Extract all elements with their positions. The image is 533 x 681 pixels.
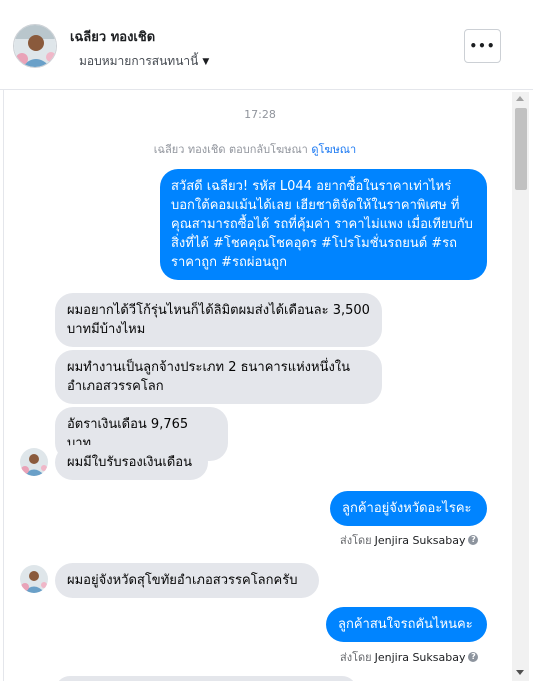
avatar-image <box>20 565 48 593</box>
more-options-button[interactable]: ••• <box>464 29 501 63</box>
ad-reply-note: เฉลียว ทองเชิด ตอบกลับโฆษณา ดูโฆษณา <box>0 140 510 158</box>
message-bubble-incoming[interactable]: ผมมีใบรับรองเงินเดือน <box>55 445 208 480</box>
info-icon[interactable]: ? <box>468 652 479 662</box>
panel-divider <box>0 90 4 681</box>
message-timestamp: 17:28 <box>244 108 276 121</box>
sent-by-prefix: ส่งโดย <box>340 534 372 547</box>
sent-by-name: Jenjira Suksabay <box>374 650 466 664</box>
avatar-image <box>20 448 48 476</box>
assign-label: มอบหมายการสนทนานี้ <box>79 54 199 68</box>
message-bubble-incoming[interactable]: ผมอยู่จังหวัดสุโขทัยอำเภอสวรรคโลกครับ <box>55 563 319 598</box>
message-bubble-incoming-partial[interactable] <box>55 676 357 681</box>
contact-name[interactable]: เฉลียว ทองเชิด <box>70 26 155 47</box>
more-horizontal-icon: ••• <box>469 39 496 53</box>
sent-by-prefix: ส่งโดย <box>340 651 372 664</box>
scroll-down-arrow-icon[interactable] <box>516 670 524 675</box>
conversation-header: เฉลียว ทองเชิด มอบหมายการสนทนานี้ ▼ ••• <box>0 0 533 90</box>
view-ad-link[interactable]: ดูโฆษณา <box>311 143 356 156</box>
message-bubble-incoming[interactable]: ผมทำงานเป็นลูกจ้างประเภท 2 ธนาคารแห่งหนึ… <box>55 350 382 404</box>
sent-by-label: ส่งโดย Jenjira Suksabay ? <box>340 648 479 666</box>
message-bubble-incoming[interactable]: ผมอยากได้วีโก้รุ่นไหนก็ได้ลิมิตผมส่งได้เ… <box>55 293 382 347</box>
contact-avatar-small[interactable] <box>20 565 48 593</box>
assign-conversation-dropdown[interactable]: มอบหมายการสนทนานี้ ▼ <box>79 52 209 71</box>
ad-reply-text: เฉลียว ทองเชิด ตอบกลับโฆษณา <box>153 143 308 156</box>
contact-avatar[interactable] <box>13 24 57 68</box>
message-bubble-outgoing[interactable]: สวัสดี เฉลียว! รหัส L044 อยากซื้อในราคาเ… <box>160 169 487 280</box>
avatar-image <box>14 25 56 67</box>
caret-down-icon: ▼ <box>202 56 210 67</box>
message-bubble-outgoing[interactable]: ลูกค้าสนใจรถคันไหนคะ <box>326 607 487 642</box>
sent-by-label: ส่งโดย Jenjira Suksabay ? <box>340 531 479 549</box>
scroll-up-arrow-icon[interactable] <box>516 96 524 101</box>
message-bubble-outgoing[interactable]: ลูกค้าอยู่จังหวัดอะไรคะ <box>330 491 487 526</box>
sent-by-name: Jenjira Suksabay <box>374 533 466 547</box>
info-icon[interactable]: ? <box>468 535 479 545</box>
contact-avatar-small[interactable] <box>20 448 48 476</box>
message-scrollbar[interactable] <box>512 92 529 681</box>
